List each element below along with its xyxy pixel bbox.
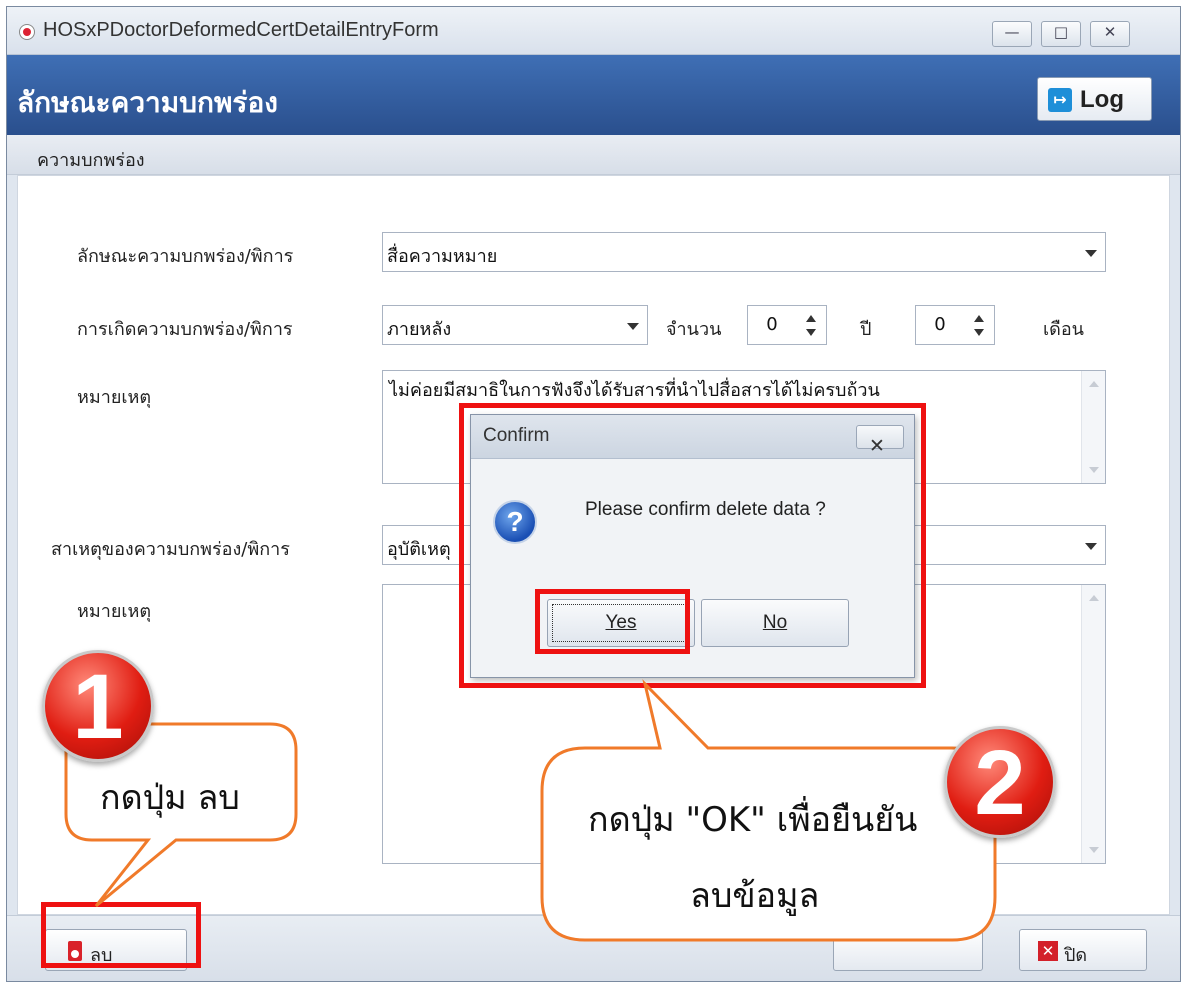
callout-1-text: กดปุ่ม ลบ <box>100 778 240 818</box>
callout-2-line1: กดปุ่ม "OK" เพื่อยืนยัน <box>588 800 918 840</box>
step-2-badge: 2 <box>944 726 1056 838</box>
callout-2-line2: ลบข้อมูล <box>690 876 820 916</box>
step-1-number: 1 <box>72 656 124 758</box>
step-1-badge: 1 <box>42 650 154 762</box>
step-2-number: 2 <box>974 732 1026 834</box>
screen: { "window": { "title": "HOSxPDoctorDefor… <box>0 0 1187 988</box>
